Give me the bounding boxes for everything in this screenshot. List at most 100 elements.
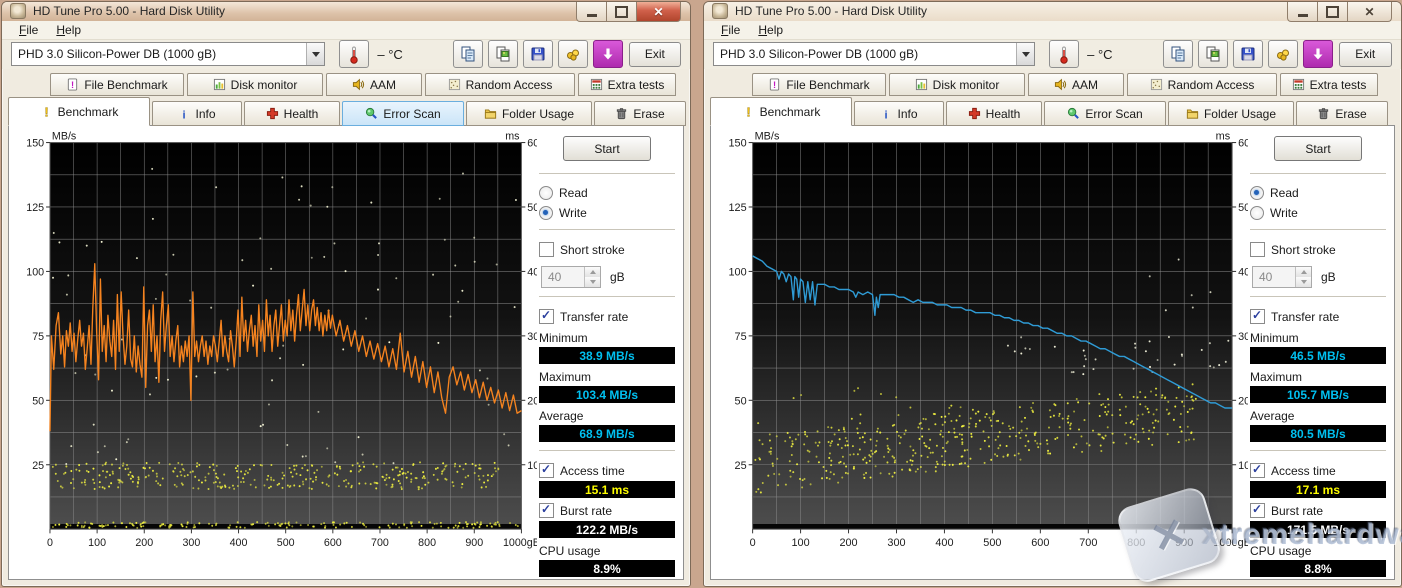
burst-rate-checkbox[interactable] [539,503,554,518]
tab-error-scan[interactable]: Error Scan [1044,101,1166,126]
hand-coins-button[interactable] [1268,40,1298,68]
tab-random-access[interactable]: Random Access [425,73,575,96]
temperature-button[interactable] [339,40,369,68]
tab-info[interactable]: i Info [152,101,242,126]
svg-text:!: ! [44,105,48,119]
transfer-rate-checkbox[interactable] [539,309,554,324]
copy-text-button[interactable] [1163,40,1193,68]
toolbar: PHD 3.0 Silicon-Power DB (1000 gB) – °C [2,40,690,69]
tab-erase[interactable]: Erase [594,101,686,126]
save-button[interactable] [1233,40,1263,68]
spinner-up-button[interactable] [585,267,600,277]
access-time-checkbox[interactable] [1250,463,1265,478]
read-radio[interactable] [539,186,553,200]
chevron-down-icon[interactable] [306,43,324,65]
tab-folder-usage[interactable]: Folder Usage [466,101,592,126]
tab-info[interactable]: i Info [854,101,944,126]
copy-screenshot-button[interactable] [1198,40,1228,68]
download-button[interactable] [593,40,623,68]
short-stroke-unit: gB [1321,270,1336,284]
read-radio-label: Read [559,186,588,200]
tab-folder-usage[interactable]: Folder Usage [1168,101,1294,126]
short-stroke-size-input[interactable]: 40 [541,266,601,288]
chevron-down-icon[interactable] [1016,43,1034,65]
minimize-button[interactable] [1287,2,1318,22]
write-radio[interactable] [539,206,553,220]
window-controls: ✕ [577,2,681,22]
tab-row-secondary: ! File Benchmark Disk monitor AAM Random… [50,73,690,96]
svg-text:75: 75 [735,331,747,343]
access-time-value: 17.1 ms [1250,481,1386,498]
tab-extra-tests[interactable]: Extra tests [578,73,676,96]
copy-text-button[interactable] [453,40,483,68]
burst-rate-checkbox[interactable] [1250,503,1265,518]
spinner-down-button[interactable] [585,277,600,287]
tab-aam[interactable]: AAM [326,73,422,96]
drive-selector[interactable]: PHD 3.0 Silicon-Power DB (1000 gB) [713,42,1035,66]
tab-erase[interactable]: Erase [1296,101,1388,126]
restore-button[interactable] [606,2,637,22]
copy-image-icon [1205,46,1221,62]
error-scan-magnifier-icon [1067,107,1080,120]
hand-coins-icon [565,46,581,62]
hand-coins-button[interactable] [558,40,588,68]
svg-text:500: 500 [983,537,1001,549]
help-menu[interactable]: Help [47,21,90,39]
access-time-checkbox[interactable] [539,463,554,478]
tab-health[interactable]: Health [244,101,340,126]
help-menu[interactable]: Help [749,21,792,39]
svg-text:25: 25 [32,460,44,472]
drive-selector[interactable]: PHD 3.0 Silicon-Power DB (1000 gB) [11,42,325,66]
temperature-button[interactable] [1049,40,1079,68]
download-arrow-icon [600,46,616,62]
tab-benchmark[interactable]: ! Benchmark [8,97,150,126]
hand-coins-icon [1275,46,1291,62]
file-menu[interactable]: File [712,21,749,39]
short-stroke-checkbox[interactable] [1250,242,1265,257]
svg-text:100: 100 [26,266,44,278]
write-radio[interactable] [1250,206,1264,220]
tab-health[interactable]: Health [946,101,1042,126]
save-button[interactable] [523,40,553,68]
window-controls: ✕ [1288,2,1392,22]
svg-text:1000gB: 1000gB [1213,537,1248,549]
copy-screenshot-button[interactable] [488,40,518,68]
exit-button[interactable]: Exit [629,42,681,67]
toolbar: PHD 3.0 Silicon-Power DB (1000 gB) – °C [704,40,1401,69]
spinner-down-button[interactable] [1296,277,1311,287]
tab-extra-tests[interactable]: Extra tests [1280,73,1378,96]
thermometer-icon [1058,45,1070,64]
exit-button[interactable]: Exit [1339,42,1392,67]
svg-text:10: 10 [1238,460,1248,472]
read-radio[interactable] [1250,186,1264,200]
svg-text:700: 700 [1079,537,1097,549]
svg-text:60: 60 [1238,137,1248,149]
svg-text:ms: ms [1216,130,1231,142]
tab-benchmark[interactable]: ! Benchmark [710,97,852,126]
up-arrow-icon [1301,270,1307,274]
close-button[interactable]: ✕ [1347,2,1392,22]
file-menu[interactable]: File [10,21,47,39]
save-floppy-icon [530,46,546,62]
start-button[interactable]: Start [1274,136,1362,161]
tab-file-benchmark[interactable]: ! File Benchmark [752,73,886,96]
tab-random-access[interactable]: Random Access [1127,73,1277,96]
tab-aam[interactable]: AAM [1028,73,1124,96]
close-icon: ✕ [653,6,663,18]
minimize-button[interactable] [576,2,607,22]
spinner-up-button[interactable] [1296,267,1311,277]
tab-disk-monitor[interactable]: Disk monitor [889,73,1025,96]
separator [1250,229,1386,233]
tab-error-scan[interactable]: Error Scan [342,101,464,126]
start-button[interactable]: Start [563,136,651,161]
close-button[interactable]: ✕ [636,2,681,22]
tab-disk-monitor[interactable]: Disk monitor [187,73,323,96]
restore-button[interactable] [1317,2,1348,22]
short-stroke-checkbox[interactable] [539,242,554,257]
download-button[interactable] [1303,40,1333,68]
svg-text:i: i [885,109,888,121]
average-label: Average [539,409,675,423]
tab-file-benchmark[interactable]: ! File Benchmark [50,73,184,96]
transfer-rate-checkbox[interactable] [1250,309,1265,324]
short-stroke-size-input[interactable]: 40 [1252,266,1312,288]
